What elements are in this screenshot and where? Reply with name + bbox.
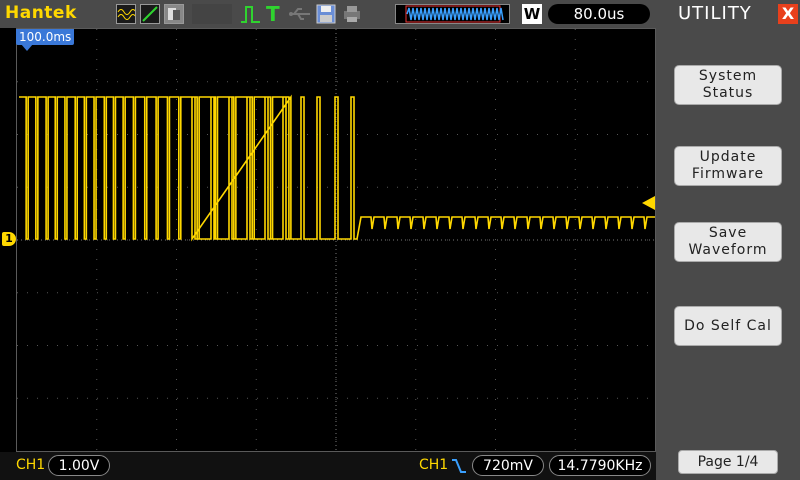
print-icon[interactable]	[342, 4, 362, 28]
trigger-position-arrow	[21, 44, 33, 51]
usb-icon	[288, 6, 314, 26]
timebase-readout[interactable]: 80.0us	[548, 4, 650, 24]
utility-menu-panel: UTILITY X System Status Update Firmware …	[656, 0, 800, 480]
trigger-edge-icon[interactable]	[240, 4, 262, 24]
frequency-readout: 14.7790KHz	[549, 455, 651, 476]
ch1-label: CH1	[16, 457, 46, 473]
close-icon[interactable]: X	[778, 4, 798, 24]
trigger-status: T	[266, 2, 280, 26]
update-firmware-button[interactable]: Update Firmware	[674, 146, 782, 186]
ch1-trace	[19, 94, 661, 242]
trigger-channel-label: CH1	[419, 457, 449, 473]
button-label-line1: Update	[699, 149, 757, 165]
waveform-plot	[17, 29, 661, 451]
save-disk-icon[interactable]	[316, 4, 336, 28]
button-label-line1: Save	[708, 225, 748, 241]
menu-title-text: UTILITY	[678, 3, 752, 24]
acquire-mode-icon[interactable]	[116, 4, 136, 24]
memory-overview-strip[interactable]	[395, 4, 510, 24]
button-label-line1: System	[698, 68, 758, 84]
window-label[interactable]: W	[522, 4, 542, 24]
blank-slot	[192, 4, 232, 24]
trigger-level-readout[interactable]: 720mV	[472, 455, 544, 476]
button-label-line2: Waveform	[688, 242, 768, 258]
trigger-slope-icon	[451, 458, 467, 478]
button-label-line2: Status	[702, 85, 754, 101]
trigger-delay-marker[interactable]: 100.0ms	[16, 29, 75, 45]
top-toolbar: Hantek T W 80.0us	[0, 0, 656, 28]
persist-icon[interactable]	[164, 4, 184, 24]
button-label-line2: Firmware	[691, 166, 765, 182]
bottom-status-bar: CH1 1.00V CH1 720mV 14.7790KHz	[0, 452, 656, 480]
save-waveform-button[interactable]: Save Waveform	[674, 222, 782, 262]
do-self-cal-button[interactable]: Do Self Cal	[674, 306, 782, 346]
waveform-display[interactable]	[16, 28, 661, 452]
system-status-button[interactable]: System Status	[674, 65, 782, 105]
menu-title: UTILITY X	[656, 0, 800, 28]
page-button[interactable]: Page 1/4	[678, 450, 778, 474]
brand-logo: Hantek	[5, 3, 77, 23]
button-label-line1: Do Self Cal	[684, 317, 772, 334]
trigger-level-marker[interactable]	[642, 196, 655, 210]
slope-icon[interactable]	[140, 4, 160, 24]
volts-div-readout[interactable]: 1.00V	[48, 455, 110, 476]
ch1-ground-marker[interactable]: 1	[2, 232, 16, 246]
